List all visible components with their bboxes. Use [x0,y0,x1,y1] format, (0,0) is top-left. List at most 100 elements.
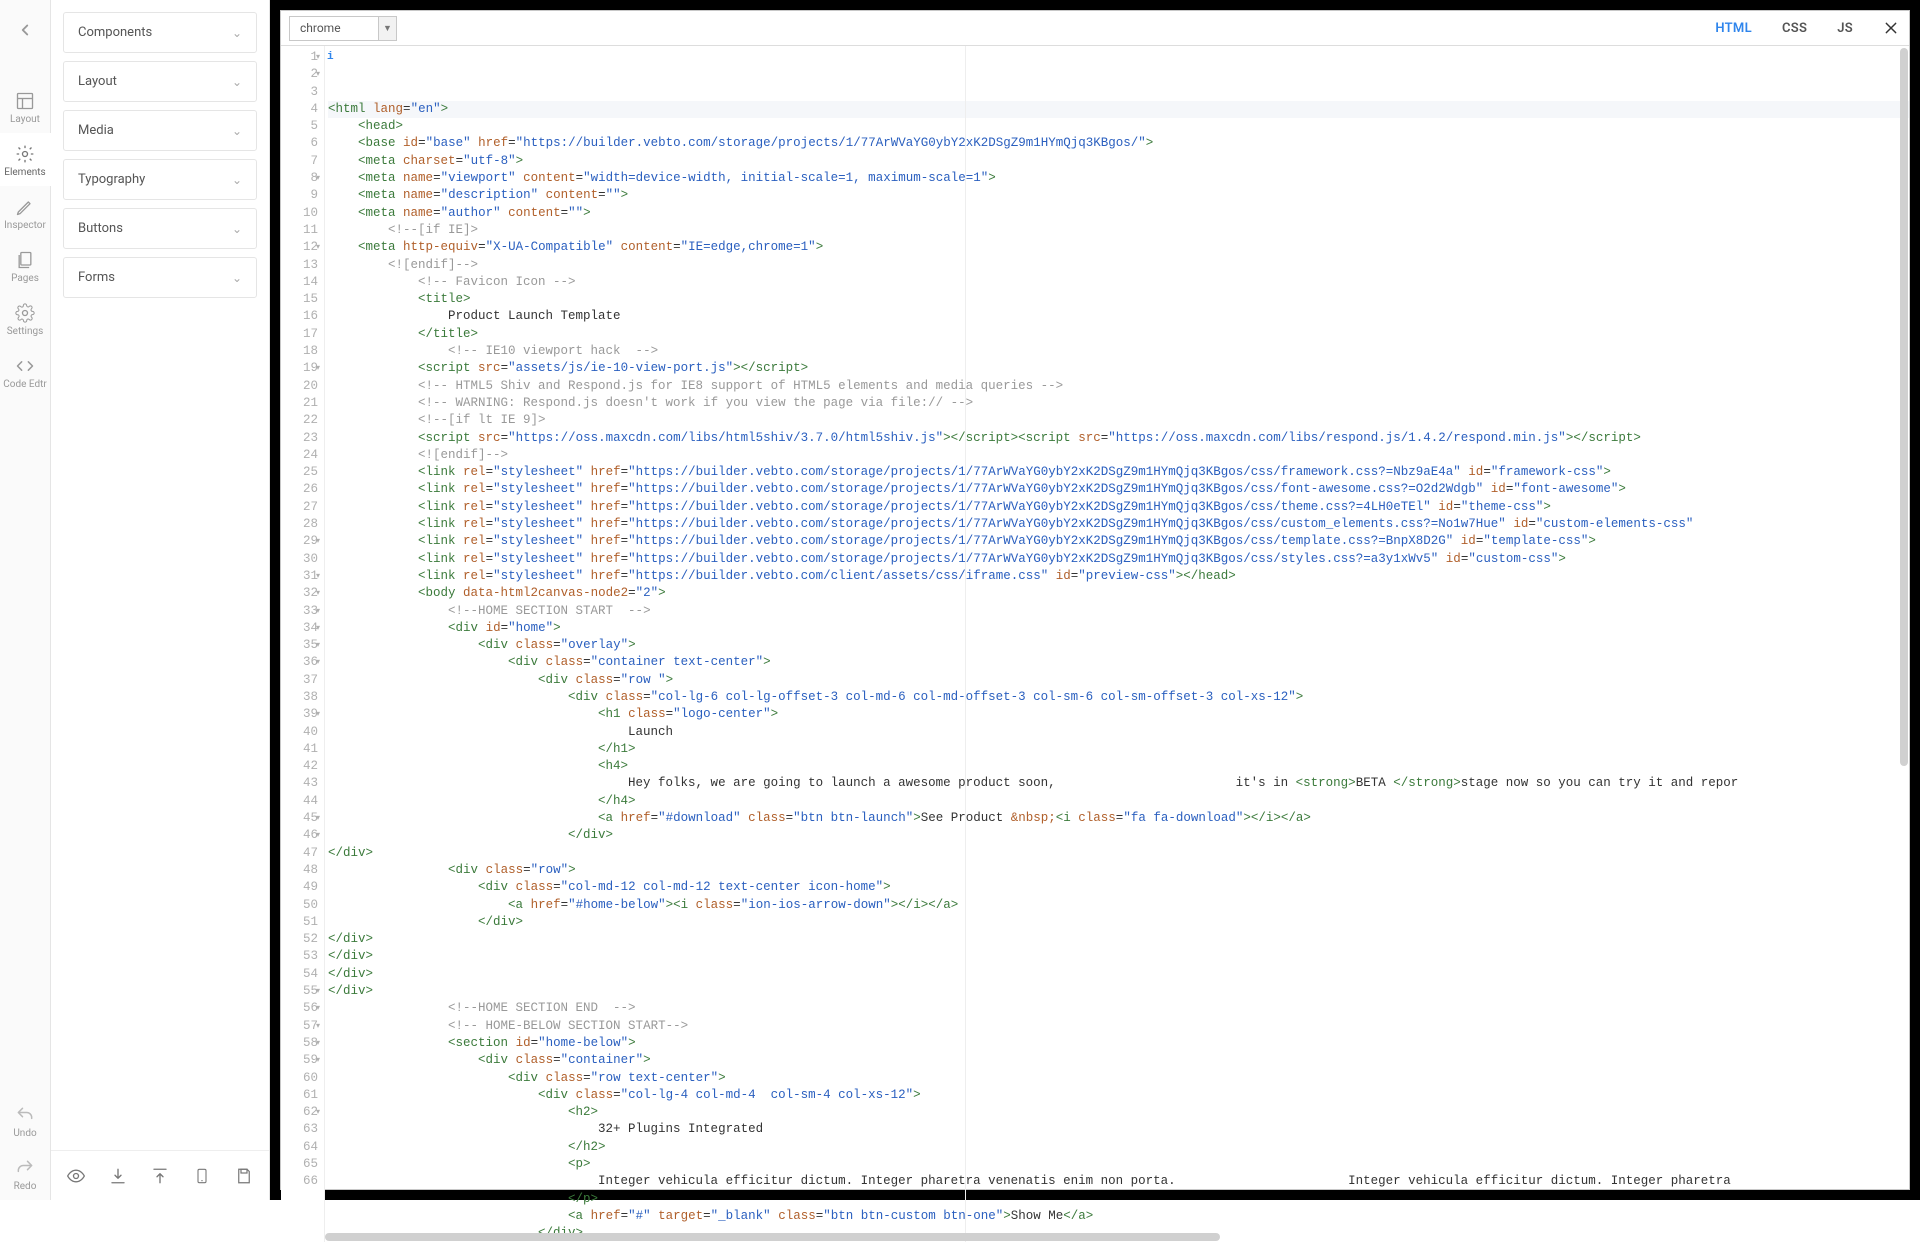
syntax-dropdown[interactable]: chrome ▼ [289,16,397,41]
code-line[interactable]: <div class="row"> [328,862,1909,879]
code-line[interactable]: <title> [328,291,1909,308]
code-line[interactable]: <p> [328,1156,1909,1173]
code-line[interactable]: <div class="row text-center"> [328,1070,1909,1087]
code-line[interactable]: <body data-html2canvas-node2="2"> [328,585,1909,602]
code-line[interactable]: </h2> [328,1139,1909,1156]
download-button[interactable] [100,1158,136,1194]
code-line[interactable]: <div class="col-md-12 col-md-12 text-cen… [328,879,1909,896]
code-line[interactable]: </div> [328,966,1909,983]
accordion-item-buttons[interactable]: Buttons⌄ [63,208,257,249]
code-line[interactable]: <html lang="en"> [328,101,1909,118]
code-line[interactable]: <h2> [328,1104,1909,1121]
save-button[interactable] [226,1158,262,1194]
code-line[interactable]: <link rel="stylesheet" href="https://bui… [328,464,1909,481]
code-line[interactable]: <link rel="stylesheet" href="https://bui… [328,499,1909,516]
code-line[interactable]: <div class="col-lg-4 col-md-4 col-sm-4 c… [328,1087,1909,1104]
rail-label: Layout [10,114,40,125]
code-line[interactable]: <script src="assets/js/ie-10-view-port.j… [328,360,1909,377]
code-line[interactable]: <base id="base" href="https://builder.ve… [328,135,1909,152]
code-line[interactable]: </div> [328,827,1909,844]
chevron-down-icon[interactable]: ▼ [379,16,397,41]
code-line[interactable]: <script src="https://oss.maxcdn.com/libs… [328,430,1909,447]
accordion-item-media[interactable]: Media⌄ [63,110,257,151]
code-line[interactable]: <h4> [328,758,1909,775]
code-line[interactable]: <!-- IE10 viewport hack --> [328,343,1909,360]
code-line[interactable]: <div class="row "> [328,672,1909,689]
accordion-item-components[interactable]: Components⌄ [63,12,257,53]
code-area[interactable]: <html lang="en"> <head> <base id="base" … [325,46,1909,1242]
code-line[interactable]: <meta name="author" content=""> [328,205,1909,222]
preview-button[interactable] [58,1158,94,1194]
code-line[interactable]: </div> [328,845,1909,862]
code-line[interactable]: </div> [328,931,1909,948]
code-line[interactable]: <link rel="stylesheet" href="https://bui… [328,568,1909,585]
code-line[interactable]: </h4> [328,793,1909,810]
accordion-item-forms[interactable]: Forms⌄ [63,257,257,298]
code-line[interactable]: <meta name="viewport" content="width=dev… [328,170,1909,187]
upload-button[interactable] [142,1158,178,1194]
code-line[interactable]: </p> [328,1191,1909,1208]
tab-html[interactable]: HTML [1715,21,1752,36]
code-line[interactable]: <!--[if IE]> [328,222,1909,239]
rail-label: Pages [11,273,39,284]
close-button[interactable] [1883,20,1899,36]
code-line[interactable]: </title> [328,326,1909,343]
code-line[interactable]: <div class="overlay"> [328,637,1909,654]
code-line[interactable]: <div class="container"> [328,1052,1909,1069]
code-line[interactable]: <link rel="stylesheet" href="https://bui… [328,481,1909,498]
code-line[interactable]: <h1 class="logo-center"> [328,706,1909,723]
code-line[interactable]: <!-- Favicon Icon --> [328,274,1909,291]
tab-css[interactable]: CSS [1782,21,1807,36]
code-line[interactable]: <![endif]--> [328,447,1909,464]
horizontal-scrollbar[interactable] [325,1233,1220,1241]
code-line[interactable]: </div> [328,983,1909,1000]
code-line[interactable]: </div> [328,914,1909,931]
code-line[interactable]: </h1> [328,741,1909,758]
code-editor[interactable]: i 12345678910111213141516171819202122232… [281,46,1909,1242]
code-line[interactable]: <!-- HOME-BELOW SECTION START--> [328,1018,1909,1035]
code-line[interactable]: <link rel="stylesheet" href="https://bui… [328,551,1909,568]
rail-item-pages[interactable]: Pages [0,239,51,292]
code-line[interactable]: <!--[if lt IE 9]> [328,412,1909,429]
undo-button[interactable]: Undo [0,1094,51,1147]
rail-item-settings[interactable]: Settings [0,292,51,345]
code-line[interactable]: Integer vehicula efficitur dictum. Integ… [328,1173,1909,1190]
code-line[interactable]: <!-- HTML5 Shiv and Respond.js for IE8 s… [328,378,1909,395]
code-line[interactable]: <link rel="stylesheet" href="https://bui… [328,533,1909,550]
code-line[interactable]: Launch [328,724,1909,741]
code-line[interactable]: <head> [328,118,1909,135]
code-line[interactable]: Product Launch Template [328,308,1909,325]
accordion-item-typography[interactable]: Typography⌄ [63,159,257,200]
code-line[interactable]: <meta http-equiv="X-UA-Compatible" conte… [328,239,1909,256]
code-line[interactable]: <a href="#" target="_blank" class="btn b… [328,1208,1909,1225]
back-button[interactable] [5,10,45,50]
rail-item-code-editor[interactable]: Code Edtr [0,345,51,398]
code-line[interactable]: <!--HOME SECTION END --> [328,1000,1909,1017]
code-line[interactable]: </div> [328,948,1909,965]
accordion-item-layout[interactable]: Layout⌄ [63,61,257,102]
code-line[interactable]: Hey folks, we are going to launch a awes… [328,775,1909,792]
rail-item-inspector[interactable]: Inspector [0,186,51,239]
chevron-left-icon [16,21,34,39]
accordion-title: Layout [78,74,117,89]
rail-item-layout[interactable]: Layout [0,80,51,133]
code-line[interactable]: <a href="#home-below"><i class="ion-ios-… [328,897,1909,914]
code-line[interactable]: <section id="home-below"> [328,1035,1909,1052]
code-line[interactable]: <meta charset="utf-8"> [328,153,1909,170]
code-line[interactable]: <meta name="description" content=""> [328,187,1909,204]
rail-label: Redo [14,1181,37,1192]
code-line[interactable]: <a href="#download" class="btn btn-launc… [328,810,1909,827]
code-line[interactable]: <!--HOME SECTION START --> [328,603,1909,620]
code-line[interactable]: 32+ Plugins Integrated [328,1121,1909,1138]
code-line[interactable]: <link rel="stylesheet" href="https://bui… [328,516,1909,533]
mobile-view-button[interactable] [184,1158,220,1194]
code-line[interactable]: <div id="home"> [328,620,1909,637]
code-line[interactable]: <!-- WARNING: Respond.js doesn't work if… [328,395,1909,412]
redo-button[interactable]: Redo [0,1147,51,1200]
rail-item-elements[interactable]: Elements [0,133,51,186]
code-line[interactable]: <![endif]--> [328,257,1909,274]
code-line[interactable]: <div class="col-lg-6 col-lg-offset-3 col… [328,689,1909,706]
vertical-scrollbar[interactable] [1900,48,1908,766]
code-line[interactable]: <div class="container text-center"> [328,654,1909,671]
tab-js[interactable]: JS [1837,21,1853,36]
